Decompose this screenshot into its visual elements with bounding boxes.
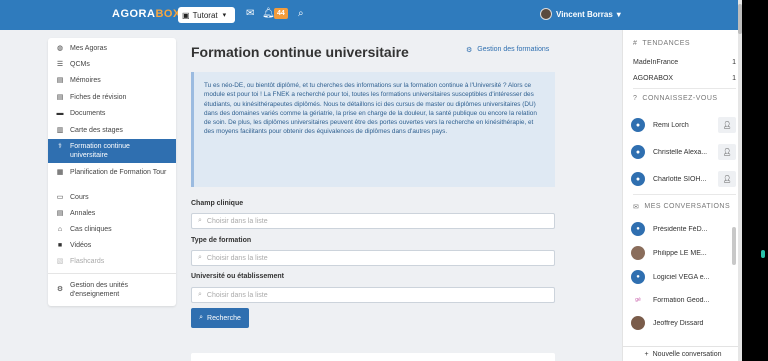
right-panel: # TENDANCES MadeInFrance 1 AGORABOX 1 ? CONN… [622,30,742,361]
tutorat-label: Tutorat [192,10,218,20]
search-icon: ⌕ [199,314,204,321]
suggested-person[interactable]: ● Christelle Alexa... 👤︎ [631,144,736,160]
user-icon: ● [631,172,645,186]
champ-clinique-label: Champ clinique [191,200,244,207]
user-icon: ● [631,145,645,159]
tutorat-icon: ▣ [182,10,190,20]
conversation-item[interactable]: Philippe LE ME... [631,246,731,260]
map-icon: ▥ [56,127,64,134]
plus-icon: + [644,350,649,358]
universite-label: Université ou établissement [191,273,284,280]
calendar-icon: ▦ [56,169,64,176]
globe-icon: ◍ [56,45,64,52]
bed-icon: ⌂ [57,226,63,233]
sidebar-item-qcms[interactable]: ☰ QCMs [48,60,176,69]
search-button[interactable]: ⌕ Recherche [191,308,249,328]
side-indicator [761,250,765,258]
user-menu[interactable]: Vincent Borras ▾ [540,8,621,20]
sidebar-item-annales[interactable]: ▤ Annales [48,209,176,218]
agorabox-logo[interactable]: AGORABOX [112,8,181,20]
avatar [631,316,645,330]
sidebar-item-flashcards[interactable]: ▧ Flashcards [48,257,176,266]
sidebar-divider [48,273,176,274]
envelope-icon[interactable]: ✉ [246,9,254,19]
gear-icon: ⚙ [56,286,64,293]
type-formation-select[interactable]: ⌕ Choisir dans la liste [191,250,555,266]
tutorat-dropdown[interactable]: ▣ Tutorat ▾ [178,7,235,23]
trend-item[interactable]: AGORABOX 1 [633,75,736,82]
file-icon: ▤ [56,77,64,84]
new-conversation-button[interactable]: + Nouvelle conversation [623,346,742,361]
search-icon: ⌕ [198,291,202,298]
question-icon: ? [633,95,638,102]
chevron-down-icon: ▾ [222,12,227,19]
black-margin [742,0,768,361]
info-text: Tu es néo-DE, ou bientôt diplômé, et tu … [204,82,537,136]
conversation-item[interactable]: ● Présidente FéD... [631,222,731,236]
add-friend-button[interactable]: 👤︎ [718,171,736,187]
sidebar-item-carte-stages[interactable]: ▥ Carte des stages [48,126,176,135]
people-heading: ? CONNAISSEZ-VOUS [633,95,718,102]
sidebar-item-fiches[interactable]: ▤ Fiches de révision [48,93,176,102]
suggested-person[interactable]: ● Remi Lorch 👤︎ [631,117,736,133]
conversation-item[interactable]: ● Logiciel VEGA e... [631,270,731,284]
divider [633,88,736,89]
divider [633,194,736,195]
user-name: Vincent Borras [556,9,613,19]
avatar [540,8,552,20]
sidebar-item-planification[interactable]: ▦ Planification de Formation Tour [48,168,176,177]
file-icon: ▤ [56,210,64,217]
group-avatar: ● [631,222,645,236]
suggested-person[interactable]: ● Charlotte SIOH... 👤︎ [631,171,736,187]
bell-icon[interactable]: 🔔︎ [262,9,275,19]
trends-heading: # TENDANCES [633,40,691,47]
stethoscope-icon: ⚕ [58,143,62,150]
results-card [191,353,555,361]
sidebar-item-cas-cliniques[interactable]: ⌂ Cas cliniques [48,225,176,234]
hashtag-icon: # [633,40,638,47]
trend-item[interactable]: MadeInFrance 1 [633,59,736,66]
sidebar-item-mes-agoras[interactable]: ◍ Mes Agoras [48,44,176,53]
conversations-scrollbar[interactable] [732,227,736,265]
info-box: Tu es néo-DE, ou bientôt diplômé, et tu … [191,72,555,187]
cards-icon: ▧ [56,258,64,265]
user-icon: ● [631,118,645,132]
geod-logo: gé [631,293,645,307]
video-icon: ■ [57,242,63,249]
sidebar-item-cours[interactable]: ▭ Cours [48,193,176,202]
sidebar-item-formation-continue[interactable]: ⚕ Formation continue universitaire [48,139,176,163]
sidebar-item-gestion-unites[interactable]: ⚙ Gestion des unités d'enseignement [48,281,176,299]
notification-badge: 44 [274,8,288,19]
chat-icon: ✉ [633,204,640,211]
gestion-formations-link[interactable]: ⚙ Gestion des formations [466,46,549,54]
sidebar-item-videos[interactable]: ■ Vidéos [48,241,176,250]
gear-icon: ⚙ [466,47,473,54]
add-friend-button[interactable]: 👤︎ [718,144,736,160]
left-sidebar: ◍ Mes Agoras ☰ QCMs ▤ Mémoires ▤ Fiches de r… [48,38,176,306]
avatar [631,246,645,260]
sidebar-item-documents[interactable]: ▬ Documents [48,109,176,118]
universite-select[interactable]: ⌕ Choisir dans la liste [191,287,555,303]
champ-clinique-select[interactable]: ⌕ Choisir dans la liste [191,213,555,229]
type-formation-label: Type de formation [191,237,252,244]
sidebar-item-memoires[interactable]: ▤ Mémoires [48,76,176,85]
conversation-item[interactable]: gé Formation Geod... [631,293,731,307]
search-icon: ⌕ [198,217,202,224]
chevron-down-icon: ▾ [616,9,621,19]
top-navbar: AGORABOX ▣ Tutorat ▾ ✉ 🔔︎ 44 ⌕ Vincent B… [0,0,742,30]
page-title: Formation continue universitaire [191,44,409,60]
search-icon[interactable]: ⌕ [298,9,304,19]
app-window: AGORABOX ▣ Tutorat ▾ ✉ 🔔︎ 44 ⌕ Vincent B… [0,0,742,361]
conversation-item[interactable]: Jeoffrey Dissard [631,316,731,330]
book-icon: ▭ [56,194,64,201]
search-icon: ⌕ [198,254,202,261]
group-avatar: ● [631,270,645,284]
list-icon: ☰ [56,61,64,68]
file-icon: ▤ [56,94,64,101]
add-friend-button[interactable]: 👤︎ [718,117,736,133]
folder-icon: ▬ [56,110,64,117]
conversations-heading: ✉ MES CONVERSATIONS [633,203,731,211]
